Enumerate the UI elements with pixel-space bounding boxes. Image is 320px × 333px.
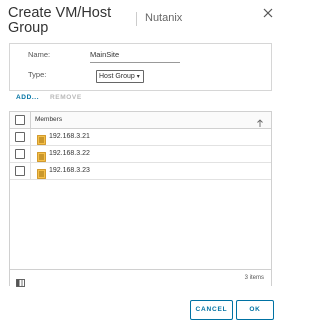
grid-header: Members xyxy=(10,112,271,129)
name-field[interactable]: MainSite xyxy=(90,48,180,63)
table-row[interactable]: 192.168.3.22 xyxy=(10,146,271,163)
row-checkbox[interactable] xyxy=(15,149,25,159)
row-checkbox[interactable] xyxy=(15,166,25,176)
grid-footer: 3 items xyxy=(10,269,271,287)
host-icon xyxy=(37,132,46,145)
host-icon xyxy=(37,149,46,162)
type-select[interactable]: Host Group ▾ xyxy=(96,70,144,83)
type-select-value: Host Group xyxy=(99,73,135,80)
name-row: Name: MainSite xyxy=(10,48,271,64)
cancel-button[interactable]: CANCEL xyxy=(190,300,233,320)
host-name: 192.168.3.22 xyxy=(49,150,90,157)
column-toggle-icon[interactable] xyxy=(16,274,25,287)
close-button[interactable] xyxy=(261,6,275,20)
host-name: 192.168.3.21 xyxy=(49,133,90,140)
sort-ascending-icon[interactable] xyxy=(256,115,264,127)
select-all-checkbox[interactable] xyxy=(15,115,25,125)
host-name: 192.168.3.23 xyxy=(49,167,90,174)
type-label: Type: xyxy=(28,70,47,79)
column-divider xyxy=(30,129,31,145)
table-row[interactable]: 192.168.3.23 xyxy=(10,163,271,180)
dialog-subtitle: Nutanix xyxy=(145,12,183,24)
create-group-dialog: Create VM/Host Group Nutanix Name: MainS… xyxy=(0,0,285,333)
column-divider xyxy=(30,112,31,128)
ok-button[interactable]: OK xyxy=(236,300,274,320)
column-divider xyxy=(30,163,31,179)
members-grid: Members 192.168.3.21 192.168.3.22 192.16… xyxy=(9,111,272,287)
type-row: Type: Host Group ▾ xyxy=(10,68,271,84)
members-column-header[interactable]: Members xyxy=(35,112,62,128)
group-form: Name: MainSite Type: Host Group ▾ xyxy=(9,43,272,91)
column-divider xyxy=(30,146,31,162)
close-icon xyxy=(263,8,273,18)
name-label: Name: xyxy=(28,50,51,59)
remove-button: REMOVE xyxy=(50,94,82,101)
host-icon xyxy=(37,166,46,179)
chevron-down-icon: ▾ xyxy=(136,74,140,80)
add-button[interactable]: ADD... xyxy=(16,94,39,101)
row-checkbox[interactable] xyxy=(15,132,25,142)
table-row[interactable]: 192.168.3.21 xyxy=(10,129,271,146)
title-divider xyxy=(136,12,137,26)
item-count: 3 items xyxy=(244,275,264,281)
dialog-title: Create VM/Host Group xyxy=(8,5,112,36)
